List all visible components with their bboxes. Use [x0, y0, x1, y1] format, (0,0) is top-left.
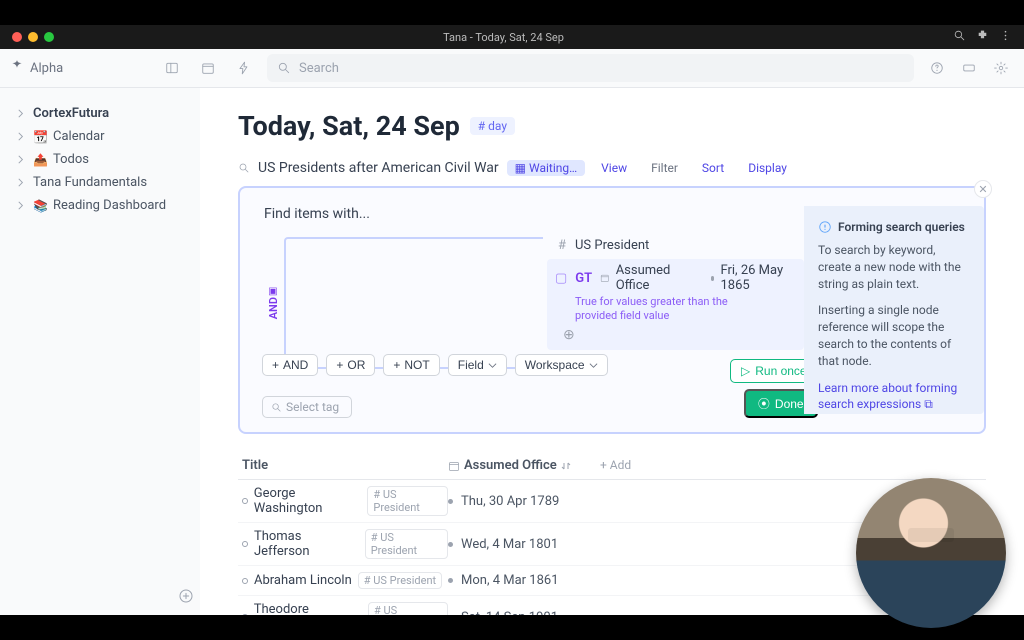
row-tag[interactable]: # US President [368, 602, 448, 615]
sidebar-item-todos[interactable]: 📤 Todos [10, 148, 190, 171]
gt-name: GT [575, 271, 592, 286]
sidebar-item-fundamentals[interactable]: Tana Fundamentals [10, 171, 190, 194]
help-icon[interactable] [924, 55, 950, 81]
sort-pill[interactable]: Sort [694, 160, 732, 176]
row-date: Thu, 30 Apr 1789 [461, 494, 559, 509]
sidebar: CortexFutura 📆 Calendar 📤 Todos Tana Fun… [0, 88, 200, 615]
panel-toggle-icon[interactable] [159, 55, 185, 81]
and-bracket-line [284, 237, 543, 369]
help-panel: Forming search queries To search by keyw… [804, 206, 984, 414]
gt-value[interactable]: Fri, 26 May 1865 [720, 263, 796, 293]
bullet-icon [242, 614, 248, 615]
column-title[interactable]: Title [238, 458, 448, 473]
bullet-icon [242, 578, 248, 584]
hash-icon: # [555, 238, 569, 253]
workspace-label[interactable]: Alpha [30, 61, 63, 76]
search-placeholder: Search [299, 61, 339, 76]
filter-pill[interactable]: Filter [643, 160, 686, 176]
sort-icon[interactable] [561, 461, 571, 471]
sidebar-item-calendar[interactable]: 📆 Calendar [10, 125, 190, 148]
row-name: Theodore Roosevelt [254, 602, 362, 615]
query-title[interactable]: US Presidents after American Civil War [258, 160, 499, 176]
gt-description: True for values greater than the provide… [575, 295, 735, 324]
row-tag[interactable]: # US President [365, 529, 448, 559]
day-tag[interactable]: # day [470, 117, 515, 135]
condition-tag-row[interactable]: # US President [547, 234, 804, 257]
add-subcondition-button[interactable]: ⊕ [563, 328, 788, 342]
help-paragraph: To search by keyword, create a new node … [818, 242, 970, 292]
display-pill[interactable]: Display [740, 160, 795, 176]
row-date: Mon, 4 Mar 1861 [461, 573, 559, 588]
app-logo-icon [10, 59, 24, 77]
help-link[interactable]: Learn more about forming search expressi… [818, 380, 970, 414]
field-dropdown[interactable]: Field [448, 354, 507, 376]
global-search[interactable]: Search [267, 54, 914, 82]
row-date: Wed, 4 Mar 1801 [461, 537, 558, 552]
add-or-button[interactable]: + OR [326, 354, 375, 376]
traffic-light-minimize[interactable] [28, 32, 38, 42]
zoom-icon[interactable] [953, 29, 966, 46]
sidebar-item-label: Tana Fundamentals [33, 175, 147, 190]
bullet-icon [448, 578, 453, 583]
more-icon[interactable] [999, 29, 1012, 46]
sidebar-item-label: Calendar [53, 129, 105, 144]
column-assumed-office[interactable]: Assumed Office [448, 458, 588, 473]
sidebar-root-label: CortexFutura [33, 106, 109, 121]
extension-icon[interactable] [976, 29, 989, 46]
bullet-icon [242, 498, 248, 504]
row-name: Abraham Lincoln [254, 573, 352, 588]
bullet-icon [448, 615, 453, 616]
close-editor-button[interactable]: ✕ [974, 180, 992, 198]
bullet-icon [448, 499, 453, 504]
search-icon [238, 162, 250, 174]
calendar-icon[interactable] [195, 55, 221, 81]
search-editor: ✕ Find items with... ▣ AND # US Presiden… [238, 186, 986, 434]
lightning-icon[interactable] [231, 55, 257, 81]
sidebar-item-label: Reading Dashboard [53, 198, 166, 213]
row-name: George Washington [254, 486, 362, 516]
add-and-button[interactable]: + AND [262, 354, 318, 376]
traffic-light-zoom[interactable] [44, 32, 54, 42]
traffic-light-close[interactable] [12, 32, 22, 42]
select-tag-input[interactable]: Select tag [262, 396, 352, 418]
sidebar-item-label: Todos [53, 152, 89, 167]
calendar-field-icon [600, 272, 610, 284]
gt-field: Assumed Office [616, 263, 689, 293]
help-paragraph: Inserting a single node reference will s… [818, 302, 970, 369]
window-title: Tana - Today, Sat, 24 Sep [60, 31, 947, 44]
row-date: Sat, 14 Sep 1901 [461, 610, 558, 616]
sidebar-add-button[interactable] [175, 585, 197, 607]
editor-heading: Find items with... [264, 206, 804, 222]
row-name: Thomas Jefferson [254, 529, 359, 559]
sidebar-item-reading[interactable]: 📚 Reading Dashboard [10, 194, 190, 217]
todos-emoji-icon: 📤 [33, 153, 47, 167]
condition-tag-label: US President [575, 238, 649, 253]
workspace-dropdown[interactable]: Workspace [515, 354, 608, 376]
gear-icon[interactable] [988, 55, 1014, 81]
bullet-icon [242, 541, 248, 547]
window-titlebar: Tana - Today, Sat, 24 Sep [0, 25, 1024, 49]
and-label: AND [267, 297, 280, 319]
node-icon: ▢ [555, 271, 567, 286]
webcam-overlay [856, 478, 1006, 628]
row-tag[interactable]: # US President [358, 572, 442, 589]
status-pill: ▦ Waiting… [507, 160, 585, 176]
view-pill[interactable]: View [593, 160, 635, 176]
sidebar-root[interactable]: CortexFutura [10, 102, 190, 125]
add-not-button[interactable]: + NOT [383, 354, 439, 376]
app-toolbar: Alpha Search [0, 49, 1024, 88]
bullet-icon [448, 542, 453, 547]
calendar-emoji-icon: 📆 [33, 130, 47, 144]
books-emoji-icon: 📚 [33, 199, 47, 213]
keyboard-icon[interactable] [956, 55, 982, 81]
row-tag[interactable]: # US President [367, 486, 448, 516]
help-title: Forming search queries [838, 220, 965, 234]
add-column-button[interactable]: + Add [588, 458, 631, 473]
page-title: Today, Sat, 24 Sep [238, 110, 460, 142]
condition-gt-row[interactable]: ▢ GT Assumed Office Fri, 26 May 1865 [547, 259, 804, 350]
bullet-icon [711, 276, 715, 281]
query-header: US Presidents after American Civil War ▦… [238, 160, 986, 176]
